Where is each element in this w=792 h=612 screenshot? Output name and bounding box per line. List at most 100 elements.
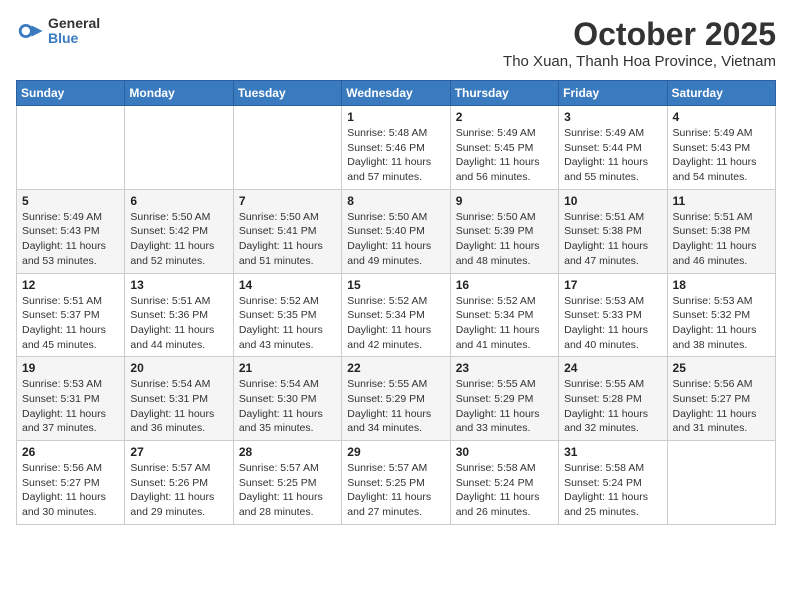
logo-blue-text: Blue: [48, 31, 100, 46]
day-info: Sunrise: 5:51 AM Sunset: 5:38 PM Dayligh…: [673, 210, 770, 269]
calendar-cell: 31Sunrise: 5:58 AM Sunset: 5:24 PM Dayli…: [559, 441, 667, 525]
day-info: Sunrise: 5:50 AM Sunset: 5:41 PM Dayligh…: [239, 210, 336, 269]
calendar-week-row: 26 Sunrise: 5:56 AM Sunset: 5:27 PM Dayli…: [17, 441, 776, 525]
day-info: Sunrise: 5:54 AM Sunset: 5:30 PM Dayligh…: [239, 377, 336, 436]
day-info: Sunrise: 5:55 AM Sunset: 5:29 PM Dayligh…: [347, 377, 444, 436]
day-info: Sunrise: 5:51 AM Sunset: 5:38 PM Dayligh…: [564, 210, 661, 269]
day-info: Sunrise: 5:50 AM Sunset: 5:42 PM Dayligh…: [130, 210, 227, 269]
calendar-cell: 27Sunrise: 5:57 AM Sunset: 5:26 PM Dayli…: [125, 441, 233, 525]
day-info: Sunrise: 5:56 AM Sunset: 5:27 PM Dayligh…: [22, 461, 119, 520]
day-number: 6: [130, 194, 227, 208]
day-info: Sunrise: 5:55 AM Sunset: 5:28 PM Dayligh…: [564, 377, 661, 436]
weekday-header: Saturday: [667, 81, 775, 106]
day-info: Sunrise: 5:54 AM Sunset: 5:31 PM Dayligh…: [130, 377, 227, 436]
day-info: Sunrise: 5:52 AM Sunset: 5:35 PM Dayligh…: [239, 294, 336, 353]
calendar-week-row: 5Sunrise: 5:49 AM Sunset: 5:43 PM Daylig…: [17, 189, 776, 273]
day-number: 4: [673, 110, 770, 124]
day-number: 28: [239, 445, 336, 459]
day-info: Sunrise: 5:49 AM Sunset: 5:43 PM Dayligh…: [673, 126, 770, 185]
calendar-cell: 19Sunrise: 5:53 AM Sunset: 5:31 PM Dayli…: [17, 357, 125, 441]
weekday-header: Monday: [125, 81, 233, 106]
logo-icon: [16, 17, 44, 45]
day-info: Sunrise: 5:57 AM Sunset: 5:25 PM Dayligh…: [347, 461, 444, 520]
day-info: Sunrise: 5:51 AM Sunset: 5:37 PM Dayligh…: [22, 294, 119, 353]
calendar-cell: 21 Sunrise: 5:54 AM Sunset: 5:30 PM Dayli…: [233, 357, 341, 441]
calendar-cell: 3 Sunrise: 5:49 AM Sunset: 5:44 PM Daylig…: [559, 106, 667, 190]
day-info: Sunrise: 5:57 AM Sunset: 5:25 PM Dayligh…: [239, 461, 336, 520]
day-info: Sunrise: 5:58 AM Sunset: 5:24 PM Dayligh…: [564, 461, 661, 520]
location: Tho Xuan, Thanh Hoa Province, Vietnam: [503, 53, 776, 70]
calendar-cell: [17, 106, 125, 190]
logo[interactable]: General Blue: [16, 16, 100, 47]
day-info: Sunrise: 5:50 AM Sunset: 5:40 PM Dayligh…: [347, 210, 444, 269]
title-block: October 2025 Tho Xuan, Thanh Hoa Provinc…: [503, 16, 776, 70]
day-number: 17: [564, 278, 661, 292]
day-number: 15: [347, 278, 444, 292]
calendar-cell: 8 Sunrise: 5:50 AM Sunset: 5:40 PM Daylig…: [342, 189, 450, 273]
day-info: Sunrise: 5:51 AM Sunset: 5:36 PM Dayligh…: [130, 294, 227, 353]
calendar-cell: 30 Sunrise: 5:58 AM Sunset: 5:24 PM Dayli…: [450, 441, 558, 525]
day-number: 11: [673, 194, 770, 208]
page-header: General Blue October 2025 Tho Xuan, Than…: [16, 16, 776, 70]
weekday-header: Wednesday: [342, 81, 450, 106]
day-info: Sunrise: 5:53 AM Sunset: 5:32 PM Dayligh…: [673, 294, 770, 353]
day-number: 16: [456, 278, 553, 292]
day-info: Sunrise: 5:58 AM Sunset: 5:24 PM Dayligh…: [456, 461, 553, 520]
day-info: Sunrise: 5:49 AM Sunset: 5:44 PM Dayligh…: [564, 126, 661, 185]
day-number: 23: [456, 361, 553, 375]
day-number: 8: [347, 194, 444, 208]
weekday-header: Thursday: [450, 81, 558, 106]
calendar-cell: 20 Sunrise: 5:54 AM Sunset: 5:31 PM Dayli…: [125, 357, 233, 441]
calendar-cell: 4 Sunrise: 5:49 AM Sunset: 5:43 PM Daylig…: [667, 106, 775, 190]
weekday-header: Friday: [559, 81, 667, 106]
calendar-cell: 29 Sunrise: 5:57 AM Sunset: 5:25 PM Dayli…: [342, 441, 450, 525]
day-number: 18: [673, 278, 770, 292]
logo-general-text: General: [48, 16, 100, 31]
day-info: Sunrise: 5:49 AM Sunset: 5:45 PM Dayligh…: [456, 126, 553, 185]
calendar-cell: 10Sunrise: 5:51 AM Sunset: 5:38 PM Dayli…: [559, 189, 667, 273]
day-number: 25: [673, 361, 770, 375]
day-info: Sunrise: 5:52 AM Sunset: 5:34 PM Dayligh…: [456, 294, 553, 353]
calendar-week-row: 19Sunrise: 5:53 AM Sunset: 5:31 PM Dayli…: [17, 357, 776, 441]
calendar-table: SundayMondayTuesdayWednesdayThursdayFrid…: [16, 80, 776, 525]
day-number: 1: [347, 110, 444, 124]
day-info: Sunrise: 5:55 AM Sunset: 5:29 PM Dayligh…: [456, 377, 553, 436]
day-info: Sunrise: 5:49 AM Sunset: 5:43 PM Dayligh…: [22, 210, 119, 269]
calendar-cell: 9Sunrise: 5:50 AM Sunset: 5:39 PM Daylig…: [450, 189, 558, 273]
day-info: Sunrise: 5:56 AM Sunset: 5:27 PM Dayligh…: [673, 377, 770, 436]
calendar-cell: 2 Sunrise: 5:49 AM Sunset: 5:45 PM Daylig…: [450, 106, 558, 190]
day-number: 14: [239, 278, 336, 292]
calendar-cell: 22Sunrise: 5:55 AM Sunset: 5:29 PM Dayli…: [342, 357, 450, 441]
day-info: Sunrise: 5:50 AM Sunset: 5:39 PM Dayligh…: [456, 210, 553, 269]
calendar-cell: 18 Sunrise: 5:53 AM Sunset: 5:32 PM Dayli…: [667, 273, 775, 357]
calendar-cell: 23 Sunrise: 5:55 AM Sunset: 5:29 PM Dayli…: [450, 357, 558, 441]
weekday-header: Tuesday: [233, 81, 341, 106]
calendar-cell: 12 Sunrise: 5:51 AM Sunset: 5:37 PM Dayli…: [17, 273, 125, 357]
day-number: 26: [22, 445, 119, 459]
day-number: 30: [456, 445, 553, 459]
day-info: Sunrise: 5:53 AM Sunset: 5:33 PM Dayligh…: [564, 294, 661, 353]
day-number: 12: [22, 278, 119, 292]
day-number: 13: [130, 278, 227, 292]
day-number: 7: [239, 194, 336, 208]
calendar-cell: 16 Sunrise: 5:52 AM Sunset: 5:34 PM Dayli…: [450, 273, 558, 357]
day-number: 29: [347, 445, 444, 459]
calendar-cell: 14 Sunrise: 5:52 AM Sunset: 5:35 PM Dayli…: [233, 273, 341, 357]
calendar-cell: 26 Sunrise: 5:56 AM Sunset: 5:27 PM Dayli…: [17, 441, 125, 525]
calendar-cell: [233, 106, 341, 190]
calendar-cell: 28 Sunrise: 5:57 AM Sunset: 5:25 PM Dayli…: [233, 441, 341, 525]
day-number: 21: [239, 361, 336, 375]
calendar-cell: 6 Sunrise: 5:50 AM Sunset: 5:42 PM Daylig…: [125, 189, 233, 273]
calendar-week-row: 1Sunrise: 5:48 AM Sunset: 5:46 PM Daylig…: [17, 106, 776, 190]
calendar-cell: 1Sunrise: 5:48 AM Sunset: 5:46 PM Daylig…: [342, 106, 450, 190]
day-number: 3: [564, 110, 661, 124]
calendar-cell: 24Sunrise: 5:55 AM Sunset: 5:28 PM Dayli…: [559, 357, 667, 441]
calendar-cell: [667, 441, 775, 525]
calendar-cell: 15Sunrise: 5:52 AM Sunset: 5:34 PM Dayli…: [342, 273, 450, 357]
calendar-week-row: 12 Sunrise: 5:51 AM Sunset: 5:37 PM Dayli…: [17, 273, 776, 357]
month-title: October 2025: [503, 16, 776, 53]
calendar-cell: 7 Sunrise: 5:50 AM Sunset: 5:41 PM Daylig…: [233, 189, 341, 273]
day-number: 20: [130, 361, 227, 375]
day-number: 2: [456, 110, 553, 124]
day-info: Sunrise: 5:53 AM Sunset: 5:31 PM Dayligh…: [22, 377, 119, 436]
